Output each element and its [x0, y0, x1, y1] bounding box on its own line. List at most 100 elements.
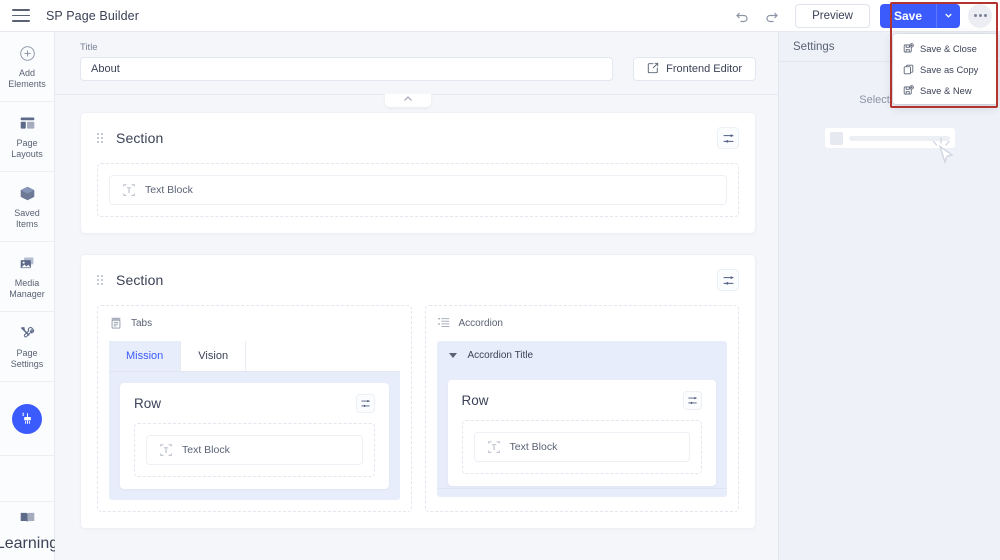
settings-panel: Settings Select some	[778, 32, 1000, 560]
sidebar-item-label: PageSettings	[11, 348, 44, 370]
section-title: Section	[116, 272, 163, 288]
section-card[interactable]: Section	[80, 254, 756, 529]
accordion-item-header[interactable]: Accordion Title	[437, 341, 728, 369]
sidebar-item-label: MediaManager	[9, 278, 45, 300]
drop-zone[interactable]: T Text Block	[97, 163, 739, 217]
row-header: Row	[448, 380, 717, 420]
column-accordion[interactable]: Accordion Accordion Title Row	[425, 305, 740, 512]
save-dropdown-menu: Save & Close Save as Copy Save & New	[893, 34, 997, 104]
tabs-icon	[109, 316, 123, 330]
sidebar-item-page-settings[interactable]: PageSettings	[0, 312, 54, 382]
illustration-square	[830, 132, 843, 145]
drop-zone[interactable]: T Text Block	[462, 420, 703, 474]
page-builder-app: SP Page Builder Preview Save	[0, 0, 1000, 560]
row-element[interactable]: Row	[120, 383, 389, 489]
top-bar: SP Page Builder Preview Save	[0, 0, 1000, 32]
text-block-icon: T	[122, 183, 136, 197]
sidebar-item-page-layouts[interactable]: PageLayouts	[0, 102, 54, 172]
accordion-widget: Accordion Title Row	[437, 341, 728, 497]
accordion-widget-label: Accordion	[459, 318, 503, 329]
left-sidebar: AddElements PageLayouts	[0, 32, 55, 560]
menu-item-save-as-copy[interactable]: Save as Copy	[893, 59, 997, 80]
section-columns: Tabs Mission Vision	[81, 305, 755, 528]
menu-item-save-and-new[interactable]: Save & New	[893, 80, 997, 101]
menu-item-label: Save as Copy	[920, 64, 978, 75]
layout-icon	[19, 113, 36, 133]
preview-button[interactable]: Preview	[795, 4, 870, 28]
cursor-icon	[929, 134, 959, 171]
tab-mission[interactable]: Mission	[109, 341, 181, 371]
frontend-editor-button[interactable]: Frontend Editor	[633, 57, 756, 81]
sidebar-item-label: Learning	[0, 535, 58, 553]
section-card[interactable]: Section T	[80, 112, 756, 234]
svg-text:T: T	[164, 447, 169, 455]
row-title: Row	[462, 393, 489, 408]
menu-item-label: Save & Close	[920, 43, 977, 54]
column-tabs[interactable]: Tabs Mission Vision	[97, 305, 412, 512]
brush-icon[interactable]	[12, 404, 42, 434]
title-panel: Title About Frontend Editor	[55, 32, 778, 95]
title-field-label: Title	[80, 42, 756, 53]
hamburger-icon[interactable]	[12, 9, 30, 22]
sidebar-spacer	[0, 456, 54, 502]
svg-text:T: T	[491, 444, 496, 452]
sidebar-item-media-manager[interactable]: MediaManager	[0, 242, 54, 312]
save-new-icon	[903, 85, 914, 96]
ellipsis-icon[interactable]	[968, 4, 992, 28]
sidebar-item-saved-items[interactable]: SavedItems	[0, 172, 54, 242]
title-input-value: About	[91, 63, 120, 75]
menu-item-save-and-close[interactable]: Save & Close	[893, 38, 997, 59]
save-dropdown-toggle[interactable]	[936, 4, 960, 28]
svg-text:T: T	[127, 187, 132, 195]
sidebar-item-learning[interactable]: Learning	[0, 502, 54, 560]
frontend-editor-label: Frontend Editor	[666, 63, 742, 75]
sidebar-item-style-manager[interactable]	[0, 382, 54, 456]
row-settings-button[interactable]	[683, 391, 702, 410]
tab-vision[interactable]: Vision	[181, 341, 246, 371]
tabs-strip-filler	[246, 341, 399, 371]
text-block-icon: T	[487, 440, 501, 454]
section-settings-button[interactable]	[717, 127, 739, 149]
text-block-label: Text Block	[145, 184, 193, 196]
sidebar-item-add-elements[interactable]: AddElements	[0, 32, 54, 102]
tools-icon	[19, 323, 36, 343]
accordion-widget-header: Accordion	[437, 316, 728, 330]
row-title: Row	[134, 396, 161, 411]
text-block-icon: T	[159, 443, 173, 457]
accordion-divider	[437, 488, 728, 489]
section-header: Section	[81, 255, 755, 305]
copy-icon	[903, 64, 914, 75]
redo-icon[interactable]	[757, 3, 787, 29]
builder-canvas: Section T	[55, 96, 778, 560]
collapse-header-toggle[interactable]	[385, 94, 431, 107]
tab-label: Mission	[126, 350, 163, 362]
tabs-widget: Mission Vision Row	[109, 341, 400, 500]
text-block-element[interactable]: T Text Block	[474, 432, 691, 462]
section-body: T Text Block	[81, 163, 755, 233]
drag-handle-icon[interactable]	[97, 275, 103, 285]
sidebar-item-label: SavedItems	[14, 208, 40, 230]
app-title: SP Page Builder	[46, 9, 139, 23]
accordion-item-title: Accordion Title	[468, 350, 534, 361]
top-bar-actions: Preview Save	[727, 3, 1000, 29]
empty-selection-illustration	[815, 120, 965, 174]
text-block-element[interactable]: T Text Block	[146, 435, 363, 465]
save-button[interactable]: Save	[880, 4, 936, 28]
section-settings-button[interactable]	[717, 269, 739, 291]
row-settings-button[interactable]	[356, 394, 375, 413]
external-link-icon	[647, 62, 659, 77]
row-element[interactable]: Row	[448, 380, 717, 486]
text-block-element[interactable]: T Text Block	[109, 175, 727, 205]
box-icon	[19, 183, 36, 203]
row-body: T Text Block	[120, 423, 389, 477]
save-close-icon	[903, 43, 914, 54]
preview-button-label: Preview	[812, 10, 853, 22]
tabs-widget-header: Tabs	[109, 316, 400, 330]
text-block-label: Text Block	[182, 444, 230, 456]
drag-handle-icon[interactable]	[97, 133, 103, 143]
undo-icon[interactable]	[727, 3, 757, 29]
tabs-strip: Mission Vision	[109, 341, 400, 372]
drop-zone[interactable]: T Text Block	[134, 423, 375, 477]
sidebar-item-label: PageLayouts	[11, 138, 43, 160]
title-input[interactable]: About	[80, 57, 613, 81]
